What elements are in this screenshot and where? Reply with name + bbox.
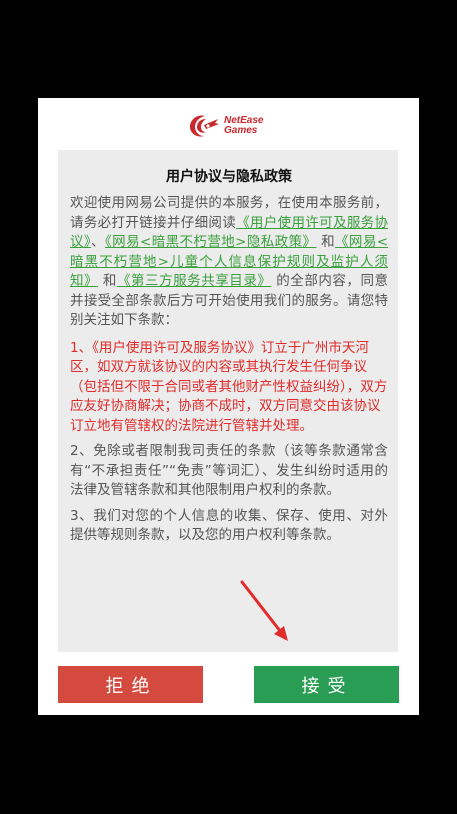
logo-line-2: Games	[224, 125, 258, 136]
reject-button[interactable]: 拒绝	[58, 666, 203, 703]
accept-button[interactable]: 接受	[254, 666, 399, 703]
intro-paragraph: 欢迎使用网易公司提供的本服务，在使用本服务前，请务必打开链接并仔细阅读《用户使用…	[70, 194, 388, 331]
separator-2: 和	[316, 234, 335, 250]
netease-games-logo: NetEase Games	[186, 112, 286, 140]
link-third-party-list[interactable]: 《第三方服务共享目录》	[117, 273, 271, 289]
separator-3: 和	[98, 273, 117, 289]
logo-wordmark: NetEase Games	[224, 116, 263, 136]
link-privacy-policy[interactable]: 《网易<暗黑不朽营地>隐私政策》	[105, 234, 316, 250]
clause-2: 2、免除或者限制我司责任的条款（该等条款通常含有“不承担责任”“免责”等词汇）、…	[70, 443, 388, 498]
clause-1: 1、《用户使用许可及服务协议》订立于广州市天河区，如双方就该协议的内容或其执行发…	[70, 339, 388, 434]
agreement-content[interactable]: 用户协议与隐私政策 欢迎使用网易公司提供的本服务，在使用本服务前，请务必打开链接…	[58, 150, 398, 652]
agreement-dialog: NetEase Games 用户协议与隐私政策 欢迎使用网易公司提供的本服务，在…	[38, 98, 419, 715]
netease-logo-icon	[190, 115, 219, 137]
separator-1: 、	[91, 234, 105, 250]
clause-3: 3、我们对您的个人信息的收集、保存、使用、对外提供等规则条款，以及您的用户权利等…	[70, 507, 388, 544]
dialog-title: 用户协议与隐私政策	[166, 169, 292, 185]
